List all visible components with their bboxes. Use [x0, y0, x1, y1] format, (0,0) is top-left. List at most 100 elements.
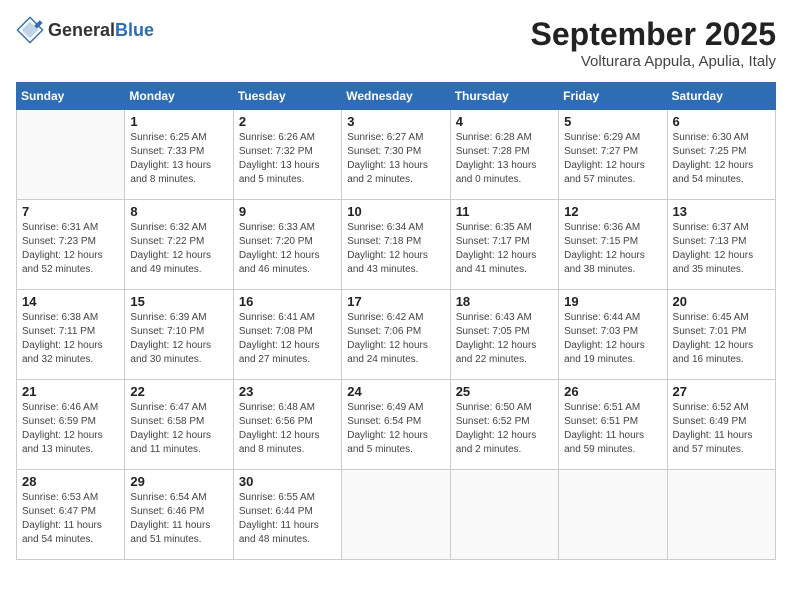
weekday-header: Friday [559, 83, 667, 110]
weekday-header: Wednesday [342, 83, 450, 110]
day-number: 26 [564, 384, 661, 399]
day-number: 8 [130, 204, 227, 219]
calendar-cell: 3 Sunrise: 6:27 AMSunset: 7:30 PMDaylight… [342, 110, 450, 200]
day-number: 13 [673, 204, 770, 219]
day-number: 20 [673, 294, 770, 309]
weekday-header: Monday [125, 83, 233, 110]
day-number: 12 [564, 204, 661, 219]
day-info: Sunrise: 6:32 AMSunset: 7:22 PMDaylight:… [130, 221, 227, 277]
day-number: 28 [22, 474, 119, 489]
calendar-cell: 27 Sunrise: 6:52 AMSunset: 6:49 PMDayligh… [667, 380, 775, 470]
day-info: Sunrise: 6:53 AMSunset: 6:47 PMDaylight:… [22, 491, 119, 547]
day-info: Sunrise: 6:27 AMSunset: 7:30 PMDaylight:… [347, 131, 444, 187]
day-info: Sunrise: 6:55 AMSunset: 6:44 PMDaylight:… [239, 491, 336, 547]
calendar-cell: 18Sunrise: 6:43 AMSunset: 7:05 PMDayligh… [450, 290, 558, 380]
month-title: September 2025 [531, 16, 776, 53]
logo: GeneralBlue [16, 16, 154, 44]
day-number: 19 [564, 294, 661, 309]
calendar-cell: 14Sunrise: 6:38 AMSunset: 7:11 PMDayligh… [17, 290, 125, 380]
calendar-cell: 10 Sunrise: 6:34 AMSunset: 7:18 PMDayligh… [342, 200, 450, 290]
calendar-cell: 16 Sunrise: 6:41 AMSunset: 7:08 PMDayligh… [233, 290, 341, 380]
calendar-cell: 23Sunrise: 6:48 AMSunset: 6:56 PMDayligh… [233, 380, 341, 470]
weekday-header-row: SundayMondayTuesdayWednesdayThursdayFrid… [17, 83, 776, 110]
weekday-header: Thursday [450, 83, 558, 110]
title-block: September 2025 Volturara Appula, Apulia,… [531, 16, 776, 70]
week-row: 14Sunrise: 6:38 AMSunset: 7:11 PMDayligh… [17, 290, 776, 380]
day-info: Sunrise: 6:47 AMSunset: 6:58 PMDaylight:… [130, 401, 227, 457]
day-number: 10 [347, 204, 444, 219]
calendar-cell: 12 Sunrise: 6:36 AMSunset: 7:15 PMDayligh… [559, 200, 667, 290]
week-row: 28 Sunrise: 6:53 AMSunset: 6:47 PMDayligh… [17, 470, 776, 560]
day-info: Sunrise: 6:37 AMSunset: 7:13 PMDaylight:… [673, 221, 770, 277]
calendar-cell: 25Sunrise: 6:50 AMSunset: 6:52 PMDayligh… [450, 380, 558, 470]
calendar-cell: 17Sunrise: 6:42 AMSunset: 7:06 PMDayligh… [342, 290, 450, 380]
day-number: 11 [456, 204, 553, 219]
calendar-cell: 24 Sunrise: 6:49 AMSunset: 6:54 PMDayligh… [342, 380, 450, 470]
day-number: 27 [673, 384, 770, 399]
day-number: 24 [347, 384, 444, 399]
day-number: 2 [239, 114, 336, 129]
day-info: Sunrise: 6:29 AMSunset: 7:27 PMDaylight:… [564, 131, 661, 187]
calendar-cell: 20 Sunrise: 6:45 AMSunset: 7:01 PMDayligh… [667, 290, 775, 380]
day-info: Sunrise: 6:44 AMSunset: 7:03 PMDaylight:… [564, 311, 661, 367]
week-row: 1 Sunrise: 6:25 AMSunset: 7:33 PMDaylight… [17, 110, 776, 200]
day-number: 6 [673, 114, 770, 129]
calendar-cell: 22 Sunrise: 6:47 AMSunset: 6:58 PMDayligh… [125, 380, 233, 470]
day-info: Sunrise: 6:51 AMSunset: 6:51 PMDaylight:… [564, 401, 661, 457]
day-info: Sunrise: 6:26 AMSunset: 7:32 PMDaylight:… [239, 131, 336, 187]
weekday-header: Sunday [17, 83, 125, 110]
day-number: 22 [130, 384, 227, 399]
day-info: Sunrise: 6:49 AMSunset: 6:54 PMDaylight:… [347, 401, 444, 457]
day-number: 16 [239, 294, 336, 309]
page-header: GeneralBlue September 2025 Volturara App… [16, 16, 776, 70]
weekday-header: Saturday [667, 83, 775, 110]
calendar-cell [342, 470, 450, 560]
week-row: 7 Sunrise: 6:31 AMSunset: 7:23 PMDaylight… [17, 200, 776, 290]
day-number: 21 [22, 384, 119, 399]
day-number: 1 [130, 114, 227, 129]
logo-text-blue: Blue [115, 20, 154, 40]
day-info: Sunrise: 6:25 AMSunset: 7:33 PMDaylight:… [130, 131, 227, 187]
calendar: SundayMondayTuesdayWednesdayThursdayFrid… [16, 82, 776, 560]
weekday-header: Tuesday [233, 83, 341, 110]
calendar-cell: 11 Sunrise: 6:35 AMSunset: 7:17 PMDayligh… [450, 200, 558, 290]
day-info: Sunrise: 6:34 AMSunset: 7:18 PMDaylight:… [347, 221, 444, 277]
day-number: 25 [456, 384, 553, 399]
day-info: Sunrise: 6:46 AMSunset: 6:59 PMDaylight:… [22, 401, 119, 457]
calendar-cell: 13 Sunrise: 6:37 AMSunset: 7:13 PMDayligh… [667, 200, 775, 290]
calendar-cell: 2 Sunrise: 6:26 AMSunset: 7:32 PMDaylight… [233, 110, 341, 200]
calendar-cell: 4 Sunrise: 6:28 AMSunset: 7:28 PMDaylight… [450, 110, 558, 200]
week-row: 21 Sunrise: 6:46 AMSunset: 6:59 PMDayligh… [17, 380, 776, 470]
day-info: Sunrise: 6:45 AMSunset: 7:01 PMDaylight:… [673, 311, 770, 367]
calendar-cell: 7 Sunrise: 6:31 AMSunset: 7:23 PMDaylight… [17, 200, 125, 290]
day-info: Sunrise: 6:31 AMSunset: 7:23 PMDaylight:… [22, 221, 119, 277]
day-info: Sunrise: 6:30 AMSunset: 7:25 PMDaylight:… [673, 131, 770, 187]
day-info: Sunrise: 6:52 AMSunset: 6:49 PMDaylight:… [673, 401, 770, 457]
day-number: 30 [239, 474, 336, 489]
day-info: Sunrise: 6:36 AMSunset: 7:15 PMDaylight:… [564, 221, 661, 277]
day-number: 14 [22, 294, 119, 309]
day-number: 17 [347, 294, 444, 309]
calendar-cell: 29 Sunrise: 6:54 AMSunset: 6:46 PMDayligh… [125, 470, 233, 560]
calendar-cell: 19 Sunrise: 6:44 AMSunset: 7:03 PMDayligh… [559, 290, 667, 380]
day-number: 15 [130, 294, 227, 309]
calendar-cell [667, 470, 775, 560]
calendar-cell: 5Sunrise: 6:29 AMSunset: 7:27 PMDaylight… [559, 110, 667, 200]
logo-icon [16, 16, 44, 44]
day-number: 3 [347, 114, 444, 129]
calendar-cell [559, 470, 667, 560]
day-number: 9 [239, 204, 336, 219]
location: Volturara Appula, Apulia, Italy [531, 53, 776, 70]
day-number: 4 [456, 114, 553, 129]
day-info: Sunrise: 6:41 AMSunset: 7:08 PMDaylight:… [239, 311, 336, 367]
day-number: 23 [239, 384, 336, 399]
calendar-cell: 26 Sunrise: 6:51 AMSunset: 6:51 PMDayligh… [559, 380, 667, 470]
calendar-cell [450, 470, 558, 560]
calendar-cell: 30 Sunrise: 6:55 AMSunset: 6:44 PMDayligh… [233, 470, 341, 560]
day-number: 18 [456, 294, 553, 309]
day-info: Sunrise: 6:35 AMSunset: 7:17 PMDaylight:… [456, 221, 553, 277]
day-info: Sunrise: 6:28 AMSunset: 7:28 PMDaylight:… [456, 131, 553, 187]
day-info: Sunrise: 6:54 AMSunset: 6:46 PMDaylight:… [130, 491, 227, 547]
day-number: 7 [22, 204, 119, 219]
day-number: 29 [130, 474, 227, 489]
